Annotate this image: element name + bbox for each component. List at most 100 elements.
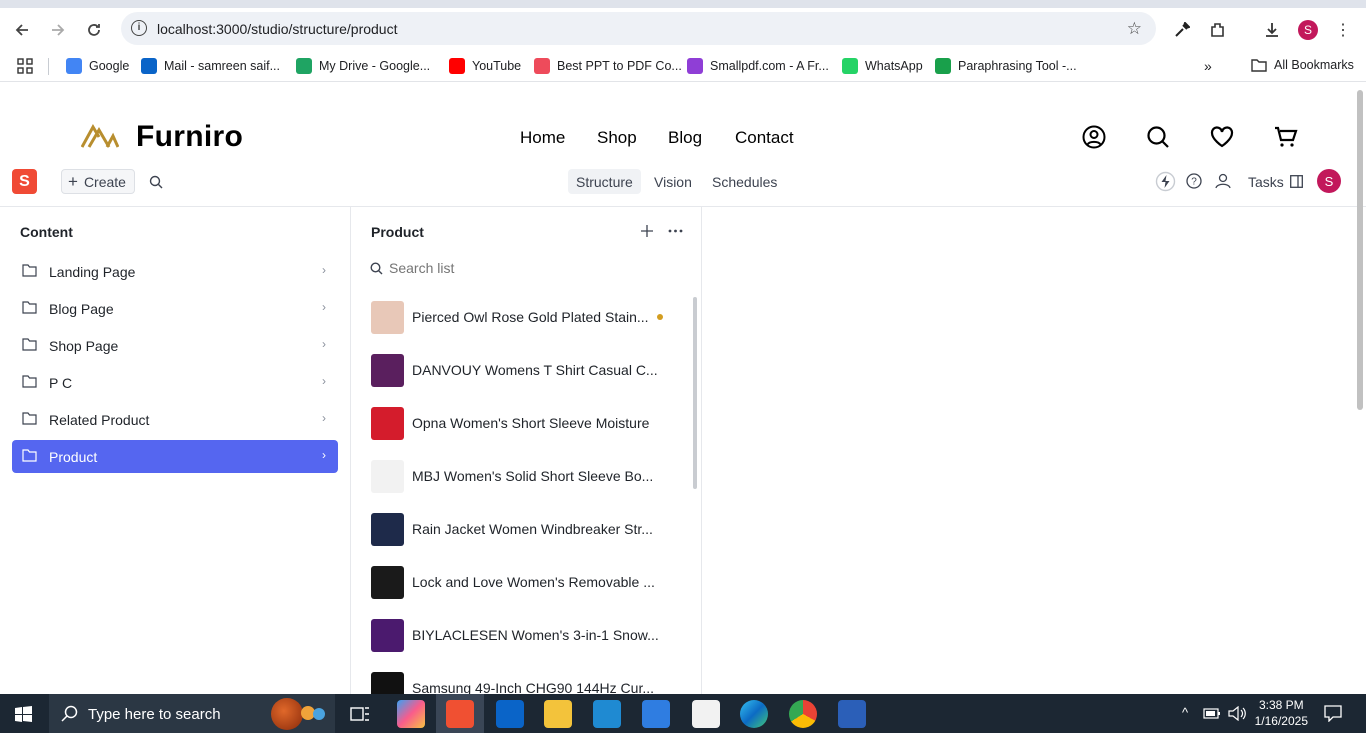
content-item-landing-page[interactable]: Landing Page › bbox=[12, 255, 338, 288]
tab-schedules[interactable]: Schedules bbox=[704, 169, 785, 194]
store-icon[interactable] bbox=[642, 700, 670, 728]
content-item-p-c[interactable]: P C › bbox=[12, 366, 338, 399]
more-bookmarks-chevron-icon[interactable]: » bbox=[1204, 58, 1212, 74]
content-item-related-product[interactable]: Related Product › bbox=[12, 403, 338, 436]
furniro-logo-icon[interactable] bbox=[81, 124, 119, 148]
lightning-status-icon[interactable] bbox=[1155, 171, 1176, 192]
chrome-icon[interactable] bbox=[789, 700, 817, 728]
git-app-icon[interactable] bbox=[446, 700, 474, 728]
product-list-item[interactable]: Lock and Love Women's Removable ... bbox=[371, 559, 701, 607]
bookmark-smallpdf[interactable]: Smallpdf.com - A Fr... bbox=[687, 58, 829, 74]
create-button[interactable]: + Create bbox=[61, 169, 135, 194]
forward-icon[interactable] bbox=[45, 17, 71, 43]
back-icon[interactable] bbox=[9, 17, 35, 43]
search-highlight-image bbox=[271, 698, 303, 730]
product-list-item[interactable]: MBJ Women's Solid Short Sleeve Bo... bbox=[371, 453, 701, 501]
bookmark-outlook[interactable]: Mail - samreen saif... bbox=[141, 58, 280, 74]
account-icon[interactable] bbox=[1081, 124, 1107, 150]
more-options-icon[interactable] bbox=[668, 229, 683, 233]
clock-date: 1/16/2025 bbox=[1254, 714, 1308, 728]
show-hidden-icons-chevron-icon[interactable]: ^ bbox=[1182, 705, 1188, 720]
user-avatar[interactable]: S bbox=[1317, 169, 1341, 193]
product-list-item[interactable]: Rain Jacket Women Windbreaker Str... bbox=[371, 506, 701, 554]
battery-icon[interactable] bbox=[1203, 707, 1221, 720]
reload-icon[interactable] bbox=[81, 17, 107, 43]
bookmark-drive[interactable]: My Drive - Google... bbox=[296, 58, 430, 74]
product-list-item[interactable]: Samsung 49-Inch CHG90 144Hz Cur... bbox=[371, 665, 701, 694]
bookmark-whatsapp[interactable]: WhatsApp bbox=[842, 58, 923, 74]
apps-grid-icon[interactable] bbox=[17, 58, 33, 74]
google-icon bbox=[66, 58, 82, 74]
sidebar-toggle-icon[interactable] bbox=[1290, 175, 1303, 188]
vscode-icon[interactable] bbox=[593, 700, 621, 728]
edge-icon[interactable] bbox=[740, 700, 768, 728]
folder-icon bbox=[22, 301, 37, 314]
bookmark-label: Google bbox=[89, 59, 130, 73]
notifications-icon[interactable] bbox=[1324, 705, 1342, 722]
content-item-blog-page[interactable]: Blog Page › bbox=[12, 292, 338, 325]
product-thumbnail bbox=[371, 619, 404, 652]
studio-search-icon[interactable] bbox=[149, 175, 163, 189]
content-item-label: Product bbox=[49, 449, 98, 465]
all-bookmarks-button[interactable]: All Bookmarks bbox=[1251, 58, 1354, 72]
outlook-icon bbox=[141, 58, 157, 74]
outlook-icon[interactable] bbox=[496, 700, 524, 728]
bookmarks-bar: Google Mail - samreen saif... My Drive - G… bbox=[0, 50, 1366, 82]
address-bar[interactable]: i localhost:3000/studio/structure/produc… bbox=[121, 12, 1156, 45]
bookmark-quillbot[interactable]: Paraphrasing Tool -... bbox=[935, 58, 1077, 74]
product-list-item[interactable]: BIYLACLESEN Women's 3-in-1 Snow... bbox=[371, 612, 701, 660]
tab-vision[interactable]: Vision bbox=[646, 169, 700, 194]
product-list-item[interactable]: Pierced Owl Rose Gold Plated Stain... bbox=[371, 294, 701, 342]
search-icon[interactable] bbox=[1145, 124, 1171, 150]
product-thumbnail bbox=[371, 672, 404, 694]
extensions-icon[interactable] bbox=[1207, 19, 1229, 41]
nav-contact[interactable]: Contact bbox=[735, 128, 794, 148]
content-item-label: Landing Page bbox=[49, 264, 136, 280]
file-explorer-icon[interactable] bbox=[544, 700, 572, 728]
browser-menu-icon[interactable]: ⋮ bbox=[1332, 19, 1354, 41]
copilot-icon[interactable] bbox=[397, 700, 425, 728]
profile-button[interactable]: S bbox=[1297, 19, 1319, 41]
cart-icon[interactable] bbox=[1273, 124, 1299, 150]
brand-name[interactable]: Furniro bbox=[136, 120, 243, 154]
taskbar-search[interactable]: Type here to search bbox=[49, 694, 335, 733]
content-item-shop-page[interactable]: Shop Page › bbox=[12, 329, 338, 362]
clock-time: 3:38 PM bbox=[1258, 698, 1304, 712]
bookmark-star-icon[interactable]: ☆ bbox=[1127, 19, 1142, 39]
content-item-label: Blog Page bbox=[49, 301, 114, 317]
presence-users-icon[interactable] bbox=[1214, 172, 1232, 190]
tab-structure[interactable]: Structure bbox=[568, 169, 641, 194]
unpublished-changes-dot bbox=[657, 314, 663, 320]
studio-logo[interactable]: S bbox=[12, 169, 37, 194]
url-text[interactable]: localhost:3000/studio/structure/product bbox=[157, 21, 397, 37]
content-item-product[interactable]: Product › bbox=[12, 440, 338, 473]
content-item-label: Shop Page bbox=[49, 338, 119, 354]
eyedropper-extension-icon[interactable] bbox=[1171, 19, 1193, 41]
add-document-icon[interactable] bbox=[640, 224, 654, 238]
nav-blog[interactable]: Blog bbox=[668, 128, 702, 148]
windows-start-icon[interactable] bbox=[15, 706, 32, 722]
product-title: Lock and Love Women's Removable ... bbox=[412, 574, 655, 590]
tasks-button[interactable]: Tasks bbox=[1248, 174, 1284, 190]
site-info-icon[interactable]: i bbox=[131, 20, 147, 36]
nav-home[interactable]: Home bbox=[520, 128, 565, 148]
taskbar-clock[interactable]: 3:38 PM 1/16/2025 bbox=[1255, 697, 1308, 729]
ppt-pdf-icon bbox=[534, 58, 550, 74]
page-scrollbar[interactable] bbox=[1357, 90, 1363, 410]
volume-icon[interactable] bbox=[1228, 706, 1246, 721]
task-view-icon[interactable] bbox=[350, 705, 370, 723]
wishlist-heart-icon[interactable] bbox=[1209, 124, 1235, 150]
product-list-scrollbar[interactable] bbox=[693, 297, 697, 489]
bookmark-ppt-pdf[interactable]: Best PPT to PDF Co... bbox=[534, 58, 682, 74]
bookmark-google[interactable]: Google bbox=[66, 58, 129, 74]
notepad-icon[interactable] bbox=[692, 700, 720, 728]
downloads-icon[interactable] bbox=[1261, 19, 1283, 41]
bookmark-youtube[interactable]: YouTube bbox=[449, 58, 521, 74]
help-icon[interactable]: ? bbox=[1186, 173, 1202, 189]
product-list-item[interactable]: Opna Women's Short Sleeve Moisture bbox=[371, 400, 701, 448]
word-icon[interactable] bbox=[838, 700, 866, 728]
nav-shop[interactable]: Shop bbox=[597, 128, 637, 148]
search-list-input[interactable] bbox=[389, 258, 669, 278]
product-title: Rain Jacket Women Windbreaker Str... bbox=[412, 521, 653, 537]
product-list-item[interactable]: DANVOUY Womens T Shirt Casual C... bbox=[371, 347, 701, 395]
